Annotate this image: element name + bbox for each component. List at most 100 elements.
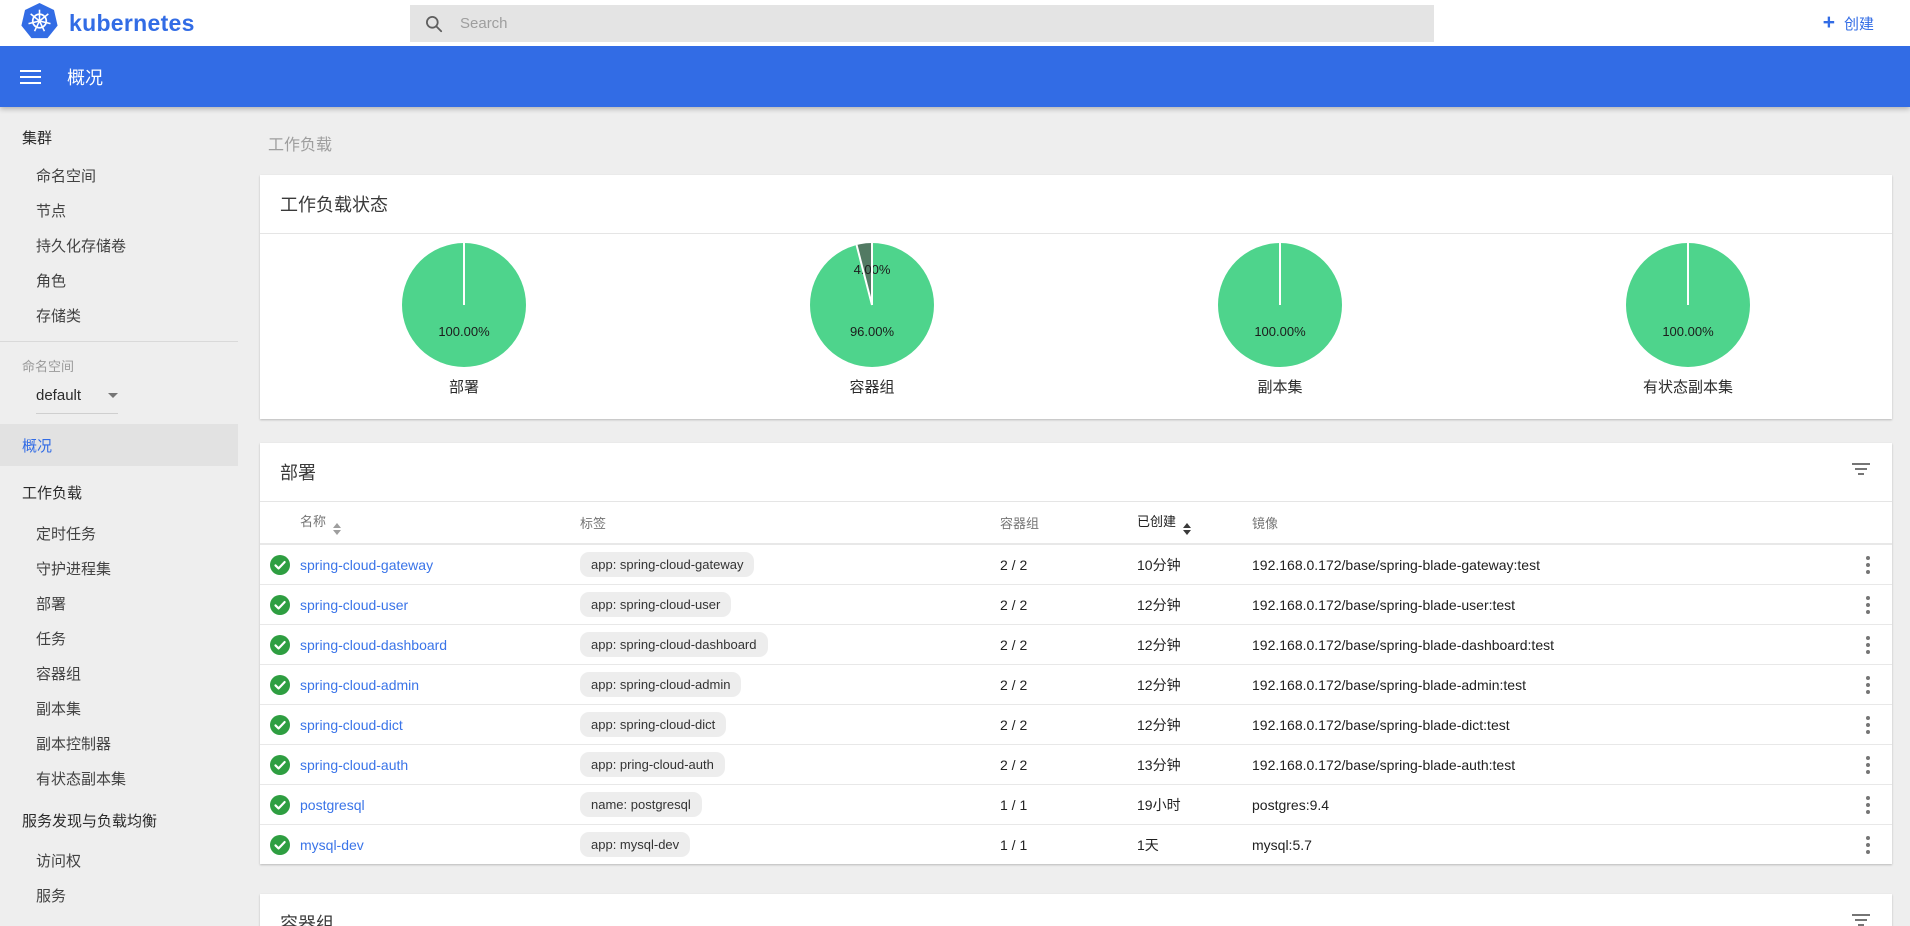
workload-status-card: 工作负载状态 100.00% 部署 4.00% 96.00% 容器组: [260, 175, 1892, 419]
label-chip: app: spring-cloud-gateway: [580, 552, 754, 577]
search-bar: [410, 5, 1434, 42]
label-chip: app: pring-cloud-auth: [580, 752, 725, 777]
created-cell: 12分钟: [1137, 635, 1252, 655]
sidebar-item-cron-jobs[interactable]: 定时任务: [0, 516, 238, 551]
table-row: mysql-dev app: mysql-dev 1 / 1 1天 mysql:…: [260, 824, 1892, 864]
pods-cell: 1 / 1: [1000, 797, 1137, 813]
create-button[interactable]: + 创建: [1823, 0, 1874, 46]
sidebar-item-stateful-sets[interactable]: 有状态副本集: [0, 761, 238, 796]
filter-icon[interactable]: [1852, 463, 1870, 475]
sort-icon: [333, 523, 341, 535]
label-chip: app: spring-cloud-user: [580, 592, 731, 617]
workload-status-card-title: 工作负载状态: [260, 175, 1892, 234]
status-ok-icon: [270, 595, 290, 615]
kebab-menu-icon[interactable]: [1844, 596, 1892, 614]
sidebar-item-overview[interactable]: 概况: [0, 424, 238, 466]
sidebar-section-discovery[interactable]: 服务发现与负载均衡: [0, 803, 238, 838]
kebab-menu-icon[interactable]: [1844, 676, 1892, 694]
deployment-name-link[interactable]: postgresql: [300, 797, 365, 813]
table-row: postgresql name: postgresql 1 / 1 19小时 p…: [260, 784, 1892, 824]
create-button-label: 创建: [1844, 13, 1874, 34]
chevron-down-icon: [108, 393, 118, 398]
created-cell: 12分钟: [1137, 675, 1252, 695]
pie-title: 有状态副本集: [1643, 376, 1733, 397]
deployment-name-link[interactable]: spring-cloud-gateway: [300, 557, 433, 573]
main-content: 工作负载 工作负载状态 100.00% 部署 4.00% 96.00%: [238, 107, 1910, 926]
deployment-name-link[interactable]: spring-cloud-dict: [300, 717, 403, 733]
pie-charts-row: 100.00% 部署 4.00% 96.00% 容器组 100.00%: [260, 234, 1892, 419]
filter-icon[interactable]: [1852, 914, 1870, 926]
kebab-menu-icon[interactable]: [1844, 796, 1892, 814]
label-chip: app: spring-cloud-dict: [580, 712, 726, 737]
search-input[interactable]: [460, 15, 1360, 32]
sidebar-section-config-storage[interactable]: 配置与存储: [0, 919, 238, 926]
kubernetes-wheel-icon: [21, 3, 58, 44]
status-ok-icon: [270, 635, 290, 655]
status-ok-icon: [270, 835, 290, 855]
kebab-menu-icon[interactable]: [1844, 756, 1892, 774]
images-cell: 192.168.0.172/base/spring-blade-gateway:…: [1252, 557, 1844, 573]
sidebar-item-services[interactable]: 服务: [0, 878, 238, 913]
deployment-name-link[interactable]: spring-cloud-auth: [300, 757, 408, 773]
pie-percent-label: 100.00%: [1626, 324, 1750, 339]
created-cell: 12分钟: [1137, 715, 1252, 735]
column-header-name[interactable]: 名称: [300, 511, 580, 535]
deployment-name-link[interactable]: mysql-dev: [300, 837, 364, 853]
sidebar-item-replication-controllers[interactable]: 副本控制器: [0, 726, 238, 761]
column-header-created[interactable]: 已创建: [1137, 511, 1252, 535]
kebab-menu-icon[interactable]: [1844, 636, 1892, 654]
pods-cell: 2 / 2: [1000, 757, 1137, 773]
sidebar-item-jobs[interactable]: 任务: [0, 621, 238, 656]
sidebar-item-replica-sets[interactable]: 副本集: [0, 691, 238, 726]
sidebar-item-roles[interactable]: 角色: [0, 263, 238, 298]
label-chip: app: mysql-dev: [580, 832, 690, 857]
sidebar-item-namespaces[interactable]: 命名空间: [0, 158, 238, 193]
created-cell: 10分钟: [1137, 555, 1252, 575]
deployment-name-link[interactable]: spring-cloud-dashboard: [300, 637, 447, 653]
namespace-label: 命名空间: [22, 356, 216, 375]
pie-chart-stateful-sets: 100.00% 有状态副本集: [1484, 242, 1892, 397]
plus-icon: +: [1823, 12, 1835, 33]
pods-cell: 1 / 1: [1000, 837, 1137, 853]
table-row: spring-cloud-dashboard app: spring-cloud…: [260, 624, 1892, 664]
kubernetes-logo[interactable]: kubernetes: [0, 3, 195, 44]
table-row: spring-cloud-admin app: spring-cloud-adm…: [260, 664, 1892, 704]
kebab-menu-icon[interactable]: [1844, 836, 1892, 854]
column-header-images: 镜像: [1252, 513, 1844, 532]
kebab-menu-icon[interactable]: [1844, 716, 1892, 734]
kubernetes-dashboard: kubernetes + 创建 概况 集群 命名空间 节点 持久化存储卷 角色 …: [0, 0, 1910, 926]
images-cell: mysql:5.7: [1252, 837, 1844, 853]
kebab-menu-icon[interactable]: [1844, 556, 1892, 574]
sidebar-item-pods[interactable]: 容器组: [0, 656, 238, 691]
sidebar-item-deployments[interactable]: 部署: [0, 586, 238, 621]
menu-hamburger-icon[interactable]: [20, 70, 41, 84]
sidebar-item-storage-classes[interactable]: 存储类: [0, 298, 238, 333]
pods-cell: 2 / 2: [1000, 557, 1137, 573]
sidebar-item-persistent-volumes[interactable]: 持久化存储卷: [0, 228, 238, 263]
table-row: spring-cloud-user app: spring-cloud-user…: [260, 584, 1892, 624]
deployment-name-link[interactable]: spring-cloud-user: [300, 597, 408, 613]
sidebar-item-daemon-sets[interactable]: 守护进程集: [0, 551, 238, 586]
pie-percent-label: 96.00%: [810, 324, 934, 339]
top-header: kubernetes + 创建: [0, 0, 1910, 46]
namespace-select[interactable]: default: [36, 387, 118, 414]
images-cell: 192.168.0.172/base/spring-blade-dict:tes…: [1252, 717, 1844, 733]
page-title: 概况: [67, 64, 103, 90]
pie-percent-label: 100.00%: [1218, 324, 1342, 339]
sidebar-item-ingresses[interactable]: 访问权: [0, 843, 238, 878]
created-cell: 12分钟: [1137, 595, 1252, 615]
pods-cell: 2 / 2: [1000, 717, 1137, 733]
images-cell: 192.168.0.172/base/spring-blade-dashboar…: [1252, 637, 1844, 653]
table-header-row: 名称 标签 容器组 已创建 镜像: [260, 502, 1892, 544]
breadcrumb: 工作负载: [268, 131, 1892, 155]
pie-chart-deployments: 100.00% 部署: [260, 242, 668, 397]
deployment-name-link[interactable]: spring-cloud-admin: [300, 677, 419, 693]
pods-cell: 2 / 2: [1000, 677, 1137, 693]
sidebar-item-nodes[interactable]: 节点: [0, 193, 238, 228]
images-cell: postgres:9.4: [1252, 797, 1844, 813]
sort-icon-active: [1183, 523, 1191, 535]
sidebar-section-cluster[interactable]: 集群: [0, 120, 238, 155]
pods-card: 容器组: [260, 894, 1892, 926]
images-cell: 192.168.0.172/base/spring-blade-admin:te…: [1252, 677, 1844, 693]
sidebar-section-workloads[interactable]: 工作负载: [0, 475, 238, 510]
